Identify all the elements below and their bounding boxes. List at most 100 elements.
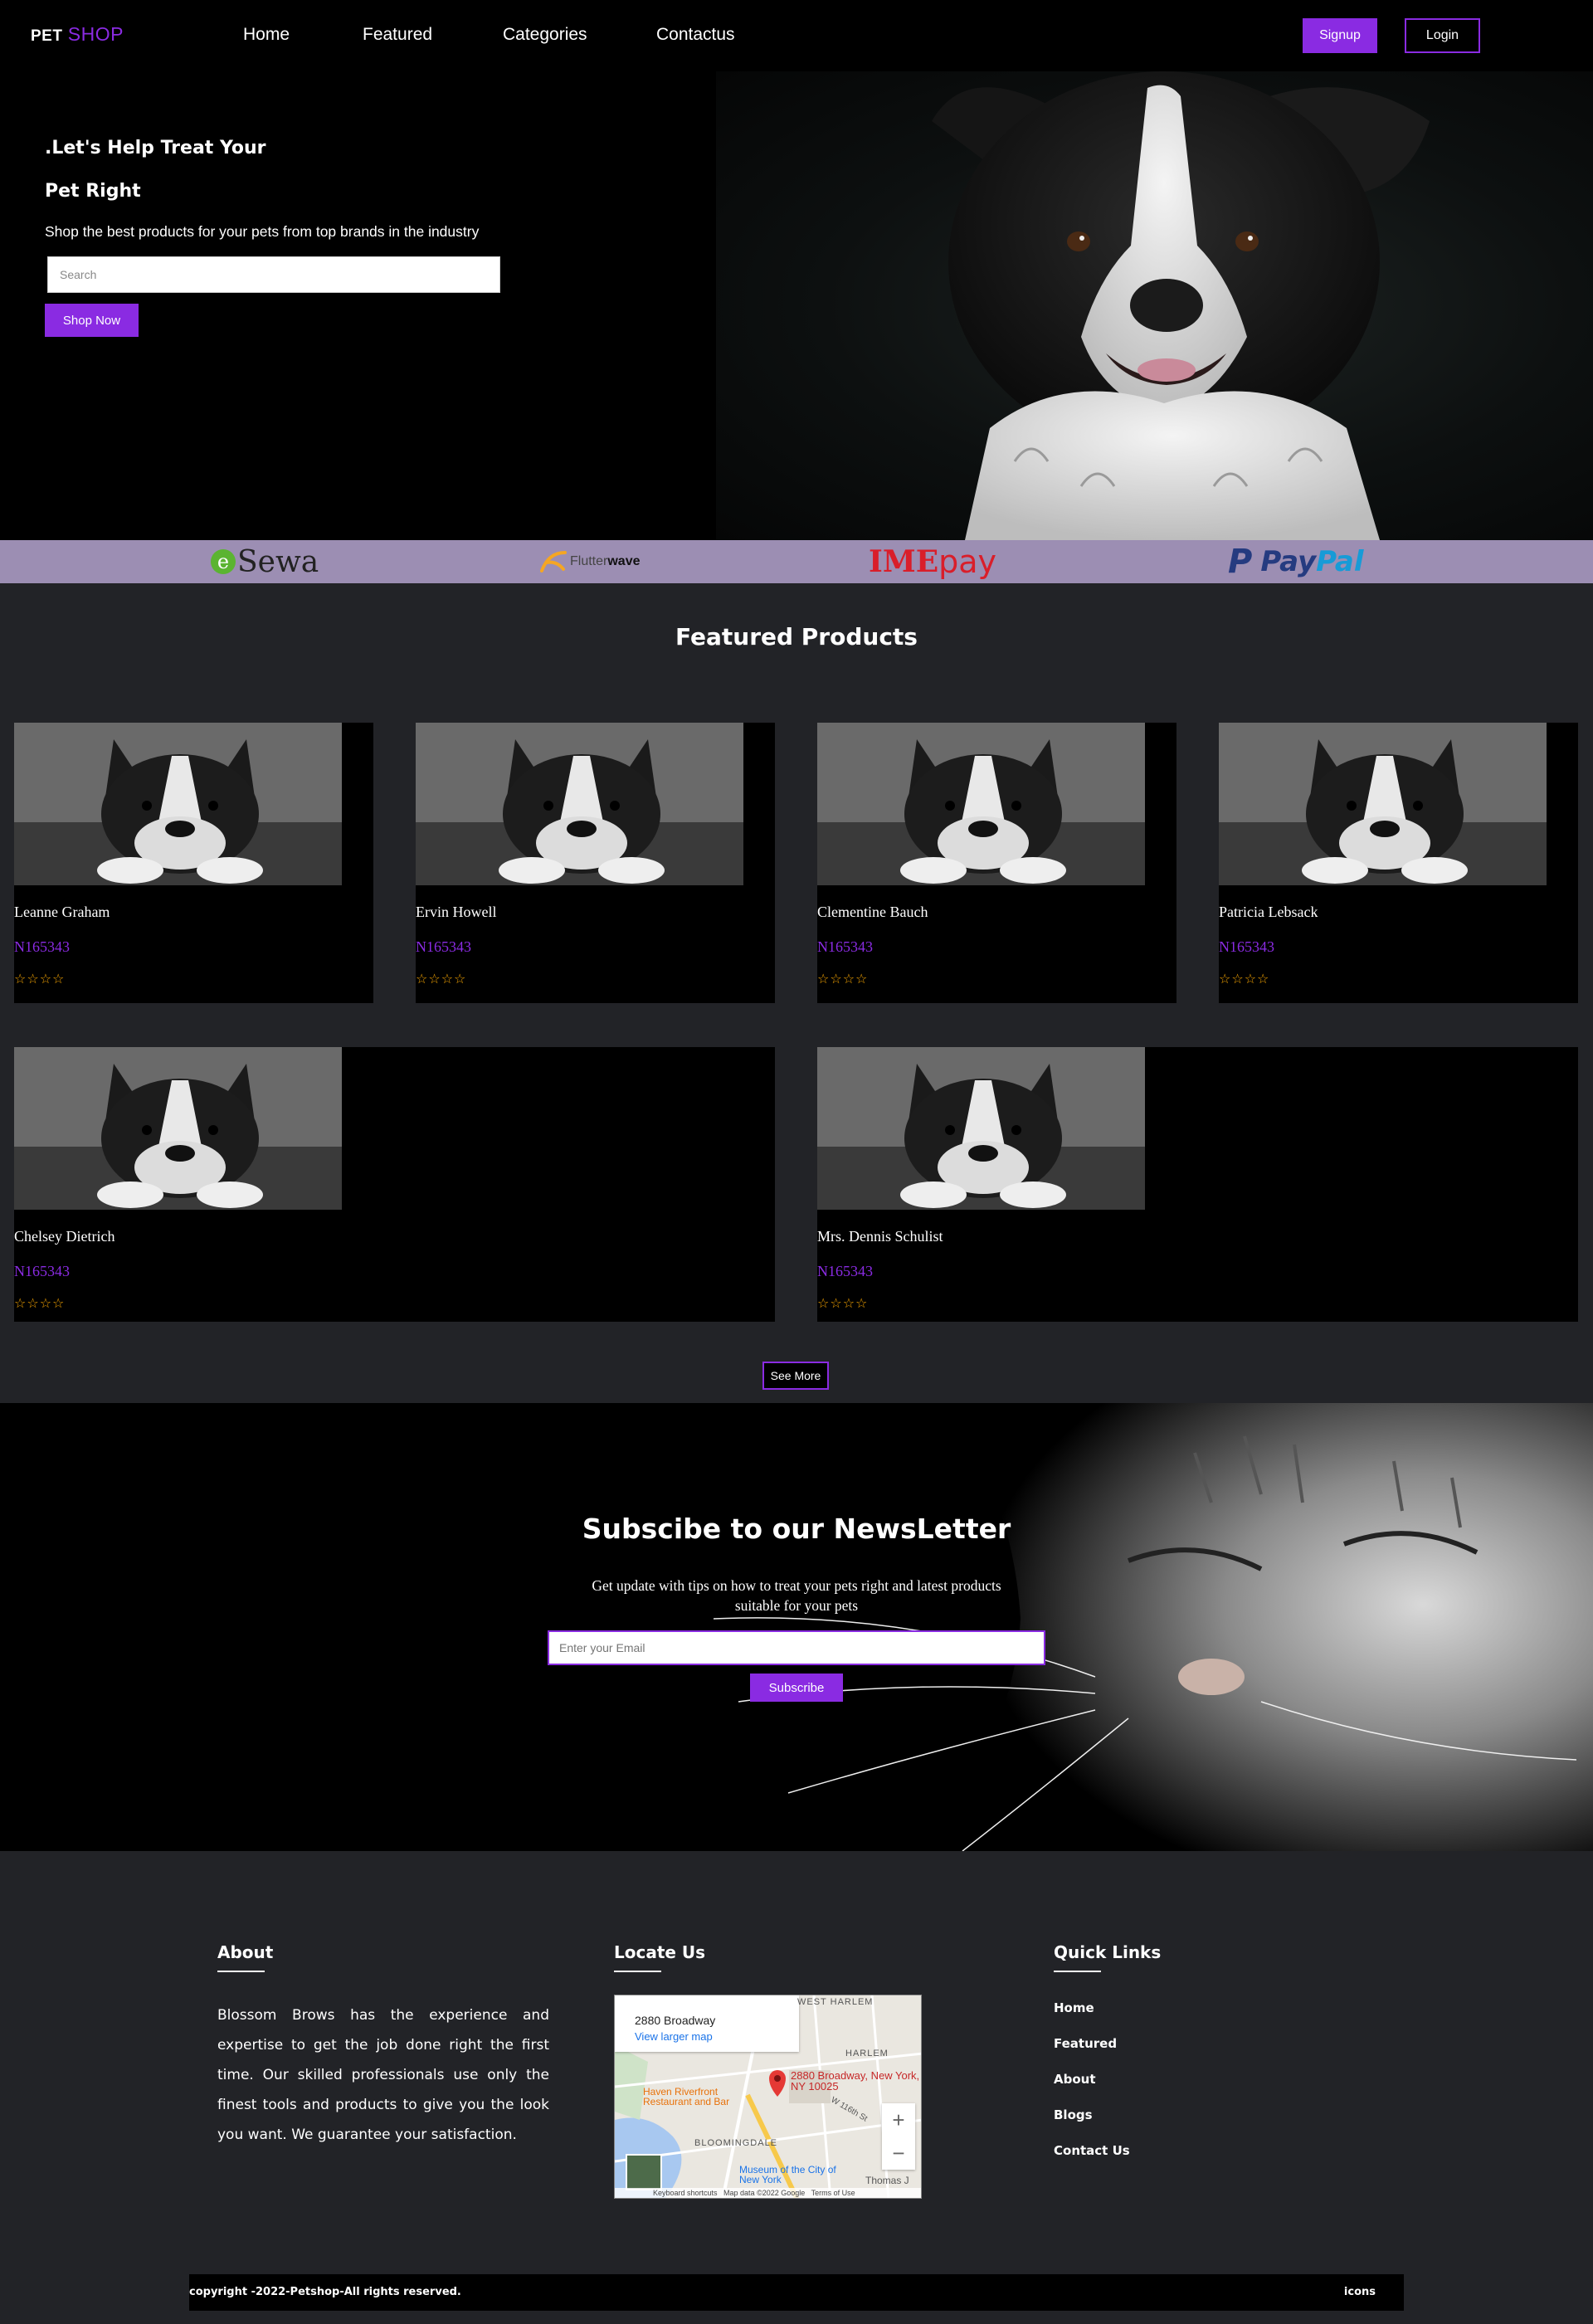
product-rating-stars[interactable]: ☆☆☆☆ — [1219, 971, 1269, 987]
newsletter-description: Get update with tips on how to treat you… — [592, 1577, 1001, 1614]
product-name[interactable]: Leanne Graham — [14, 904, 110, 921]
product-name[interactable]: Chelsey Dietrich — [14, 1228, 114, 1245]
nav-link-featured[interactable]: Featured — [363, 25, 432, 45]
product-name[interactable]: Clementine Bauch — [817, 904, 928, 921]
product-code: N165343 — [416, 938, 471, 955]
logo-pet-text: PET — [31, 27, 63, 45]
product-image[interactable] — [817, 1047, 1145, 1210]
quick-link-featured[interactable]: Featured — [1054, 2036, 1117, 2051]
product-card[interactable]: Patricia Lebsack N165343 ☆☆☆☆ — [1219, 723, 1578, 1003]
map-zoom-in-icon[interactable]: + — [882, 2103, 915, 2136]
footer-about-underline — [217, 1971, 265, 1972]
shop-now-button[interactable]: Shop Now — [45, 304, 139, 337]
copyright-text: copyright -2022-Petshop-All rights reser… — [189, 2286, 461, 2298]
product-rating-stars[interactable]: ☆☆☆☆ — [817, 1295, 868, 1312]
bulldog-illustration — [14, 723, 342, 885]
product-name[interactable]: Mrs. Dennis Schulist — [817, 1228, 943, 1245]
paypal-wordmark-a: Pay — [1260, 545, 1317, 578]
map-label-bloomingdale: BLOOMINGDALE — [694, 2138, 778, 2148]
footer-locate-title: Locate Us — [614, 1942, 706, 1962]
imepay-wordmark-b: pay — [938, 543, 997, 580]
bulldog-illustration — [817, 1047, 1145, 1210]
quick-link-home[interactable]: Home — [1054, 2000, 1094, 2015]
footer-locate-underline — [614, 1971, 661, 1972]
product-code: N165343 — [14, 1263, 70, 1279]
featured-title: Featured Products — [675, 623, 918, 650]
see-more-button[interactable]: See More — [762, 1362, 829, 1390]
hero-dog-image — [716, 71, 1593, 540]
esewa-wordmark: Sewa — [237, 544, 319, 579]
newsletter-section: Subscibe to our NewsLetter Get update wi… — [0, 1403, 1593, 1851]
flutterwave-icon — [540, 551, 567, 572]
product-rating-stars[interactable]: ☆☆☆☆ — [817, 971, 868, 987]
paypal-p-icon: P — [1228, 543, 1253, 581]
product-name[interactable]: Ervin Howell — [416, 904, 496, 921]
product-name[interactable]: Patricia Lebsack — [1219, 904, 1318, 921]
quick-link-contact-us[interactable]: Contact Us — [1054, 2143, 1130, 2158]
product-rating-stars[interactable]: ☆☆☆☆ — [14, 1295, 65, 1312]
map-attribution: Keyboard shortcuts Map data ©2022 Google… — [615, 2188, 921, 2198]
product-image[interactable] — [817, 723, 1145, 885]
product-card[interactable]: Mrs. Dennis Schulist N165343 ☆☆☆☆ — [817, 1047, 1578, 1322]
product-card[interactable]: Chelsey Dietrich N165343 ☆☆☆☆ — [14, 1047, 775, 1322]
footer-about-text: Blossom Brows has the experience and exp… — [217, 2007, 549, 2143]
imepay-logo: IME pay — [869, 540, 996, 583]
newsletter-title: Subscibe to our NewsLetter — [582, 1513, 1011, 1545]
site-logo[interactable]: PET SHOP — [31, 23, 124, 46]
copyright-bar: copyright -2022-Petshop-All rights reser… — [189, 2274, 1404, 2311]
subscribe-button[interactable]: Subscribe — [750, 1674, 843, 1702]
hero-title-line2: Pet Right — [45, 181, 141, 202]
bulldog-illustration — [14, 1047, 342, 1210]
logo-shop-text: SHOP — [67, 23, 124, 45]
hero-subtitle: Shop the best products for your pets fro… — [45, 223, 480, 240]
product-code: N165343 — [14, 938, 70, 955]
map-label-west-harlem: WEST HARLEM — [797, 1997, 874, 2007]
cat-image — [713, 1403, 1593, 1851]
flutterwave-wordmark-b: wave — [607, 554, 641, 568]
dog-illustration — [932, 71, 1430, 540]
flutterwave-logo: Flutter wave — [540, 540, 640, 583]
bulldog-illustration — [1219, 723, 1547, 885]
product-image[interactable] — [14, 1047, 342, 1210]
bulldog-illustration — [817, 723, 1145, 885]
product-rating-stars[interactable]: ☆☆☆☆ — [416, 971, 466, 987]
map-zoom-out-icon[interactable]: − — [882, 2136, 915, 2170]
product-rating-stars[interactable]: ☆☆☆☆ — [14, 971, 65, 987]
product-image[interactable] — [416, 723, 743, 885]
quick-link-about[interactable]: About — [1054, 2072, 1096, 2087]
esewa-logo: e Sewa — [211, 540, 319, 583]
map-label-harlem: HARLEM — [845, 2049, 889, 2058]
search-input[interactable] — [47, 256, 500, 293]
footer-quicklinks-title: Quick Links — [1054, 1942, 1162, 1962]
signup-button[interactable]: Signup — [1303, 18, 1377, 53]
map-view-larger-link[interactable]: View larger map — [635, 2030, 713, 2043]
map-place-name: 2880 Broadway — [635, 2014, 716, 2027]
product-card[interactable]: Clementine Bauch N165343 ☆☆☆☆ — [817, 723, 1176, 1003]
quick-link-blogs[interactable]: Blogs — [1054, 2107, 1093, 2122]
login-button[interactable]: Login — [1405, 18, 1480, 53]
imepay-wordmark-a: IME — [869, 544, 939, 579]
hero-title-line1: .Let's Help Treat Your — [45, 138, 266, 158]
nav-link-contactus[interactable]: Contactus — [656, 25, 735, 45]
footer-quicklinks-underline — [1054, 1971, 1101, 1972]
map-thomas-label: Thomas J — [865, 2175, 909, 2186]
nav-link-categories[interactable]: Categories — [503, 25, 587, 45]
product-card[interactable]: Ervin Howell N165343 ☆☆☆☆ — [416, 723, 775, 1003]
social-icons-placeholder[interactable]: icons — [1344, 2286, 1376, 2298]
paypal-logo: P Pay Pal — [1228, 540, 1363, 583]
newsletter-email-input[interactable] — [548, 1630, 1045, 1665]
product-code: N165343 — [1219, 938, 1274, 955]
product-code: N165343 — [817, 1263, 873, 1279]
nav-link-home[interactable]: Home — [243, 25, 290, 45]
product-image[interactable] — [14, 723, 342, 885]
map-pin-label: 2880 Broadway, New York, NY 10025 — [791, 2069, 920, 2093]
paypal-wordmark-b: Pal — [1316, 545, 1364, 578]
footer: About Blossom Brows has the experience a… — [0, 1851, 1593, 2324]
product-card[interactable]: Leanne Graham N165343 ☆☆☆☆ — [14, 723, 373, 1003]
top-navbar: PET SHOP Home Featured Categories Contac… — [0, 0, 1593, 71]
google-map-embed[interactable]: 2880 Broadway View larger map WEST HARLE… — [614, 1995, 922, 2199]
map-restaurant-label: Haven Riverfront Restaurant and Bar — [643, 2086, 730, 2107]
product-image[interactable] — [1219, 723, 1547, 885]
footer-about-title: About — [217, 1942, 274, 1962]
payment-partners-strip: e Sewa Flutter wave IME pay P Pay Pal — [0, 540, 1593, 583]
